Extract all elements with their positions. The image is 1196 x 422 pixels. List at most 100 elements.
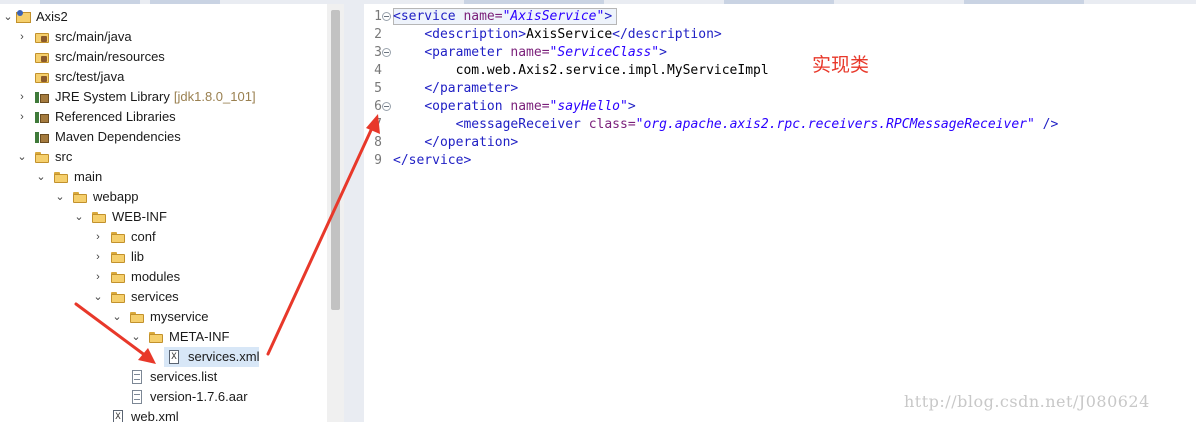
folder-icon bbox=[72, 190, 88, 204]
xml-tag-open: <service bbox=[393, 9, 464, 24]
tree-item-main[interactable]: ⌄ main bbox=[0, 167, 327, 187]
source-folder-icon bbox=[34, 30, 50, 44]
code-line-8[interactable]: </operation> bbox=[393, 134, 518, 152]
view-tab[interactable] bbox=[150, 0, 220, 4]
tree-item-web-xml[interactable]: web.xml bbox=[0, 407, 327, 422]
tree-item-webapp[interactable]: ⌄ webapp bbox=[0, 187, 327, 207]
xml-editor[interactable]: 1 2 3 4 5 6 7 8 9 <service name="AxisSer… bbox=[364, 0, 1196, 422]
xml-tag-close: </service> bbox=[393, 153, 472, 168]
tree-item-label: lib bbox=[131, 249, 145, 264]
annotation-text: 实现类 bbox=[812, 54, 870, 76]
xml-attribute-value: "sayHello" bbox=[549, 99, 628, 114]
folder-icon bbox=[110, 250, 126, 264]
line-number: 2 bbox=[374, 27, 382, 42]
chevron-down-icon[interactable]: ⌄ bbox=[2, 7, 14, 27]
code-line-6[interactable]: <operation name="sayHello"> bbox=[393, 98, 636, 116]
code-line-7[interactable]: <messageReceiver class="org.apache.axis2… bbox=[393, 116, 1059, 134]
chevron-right-icon[interactable]: › bbox=[16, 27, 28, 47]
library-icon bbox=[34, 110, 50, 124]
file-icon bbox=[129, 390, 145, 404]
code-line-2[interactable]: <description>AxisService</description> bbox=[393, 26, 721, 44]
code-line-9[interactable]: </service> bbox=[393, 152, 471, 170]
fold-toggle-icon[interactable] bbox=[382, 102, 391, 111]
xml-tag-open: <description> bbox=[424, 27, 527, 42]
xml-text: AxisService bbox=[526, 27, 613, 42]
chevron-down-icon[interactable]: ⌄ bbox=[73, 207, 85, 227]
tree-item-label: Referenced Libraries bbox=[55, 109, 176, 124]
tree-item-modules[interactable]: › modules bbox=[0, 267, 327, 287]
line-number: 4 bbox=[374, 63, 382, 78]
tree-item-jre-system-library[interactable]: › JRE System Library [jdk1.8.0_101] bbox=[0, 87, 327, 107]
chevron-right-icon[interactable]: › bbox=[16, 107, 28, 127]
code-line-5[interactable]: </parameter> bbox=[393, 80, 518, 98]
view-sash[interactable] bbox=[344, 0, 364, 422]
folder-icon bbox=[53, 170, 69, 184]
tree-item-src[interactable]: ⌄ src bbox=[0, 147, 327, 167]
editor-tab[interactable] bbox=[464, 0, 604, 4]
project-icon bbox=[16, 10, 32, 24]
tree-item-label: src bbox=[55, 149, 73, 164]
chevron-down-icon[interactable]: ⌄ bbox=[111, 307, 123, 327]
xml-tag-close: > bbox=[604, 9, 613, 24]
tree-item-label: services.xml bbox=[188, 349, 260, 364]
tree-item-label: modules bbox=[131, 269, 181, 284]
folder-icon bbox=[91, 210, 107, 224]
fold-toggle-icon[interactable] bbox=[382, 12, 391, 21]
chevron-down-icon[interactable]: ⌄ bbox=[92, 287, 104, 307]
tree-item-label: META-INF bbox=[169, 329, 230, 344]
tree-item-label: version-1.7.6.aar bbox=[150, 389, 248, 404]
chevron-down-icon[interactable]: ⌄ bbox=[54, 187, 66, 207]
line-number-ruler: 1 2 3 4 5 6 7 8 9 bbox=[364, 4, 392, 422]
chevron-right-icon[interactable]: › bbox=[92, 247, 104, 267]
view-tab[interactable] bbox=[40, 0, 140, 4]
tree-item-maven-dependencies[interactable]: Maven Dependencies bbox=[0, 127, 327, 147]
editor-tab[interactable] bbox=[724, 0, 834, 4]
xml-attribute-value: "AxisService" bbox=[502, 9, 605, 24]
tree-item-lib[interactable]: › lib bbox=[0, 247, 327, 267]
tree-item-src-main-java[interactable]: › src/main/java bbox=[0, 27, 327, 47]
chevron-right-icon[interactable]: › bbox=[92, 227, 104, 247]
xml-attribute-name: name= bbox=[510, 45, 550, 60]
xml-tag-open: <parameter bbox=[424, 45, 511, 60]
code-line-3[interactable]: <parameter name="ServiceClass"> bbox=[393, 44, 667, 62]
tree-item-myservice[interactable]: ⌄ myservice bbox=[0, 307, 327, 327]
xml-tag-open: <messageReceiver bbox=[455, 117, 589, 132]
editor-tab-strip bbox=[364, 0, 1196, 4]
file-icon bbox=[129, 370, 145, 384]
tree-item-src-main-resources[interactable]: src/main/resources bbox=[0, 47, 327, 67]
tree-item-services-xml[interactable]: services.xml bbox=[164, 347, 260, 367]
view-tab-strip bbox=[0, 0, 344, 4]
chevron-right-icon[interactable]: › bbox=[92, 267, 104, 287]
source-folder-icon bbox=[34, 50, 50, 64]
chevron-down-icon[interactable]: ⌄ bbox=[130, 327, 142, 347]
tree-item-meta-inf[interactable]: ⌄ META-INF bbox=[0, 327, 327, 347]
tree-item-web-inf[interactable]: ⌄ WEB-INF bbox=[0, 207, 327, 227]
xml-tag-close: > bbox=[627, 99, 636, 114]
folder-icon bbox=[129, 310, 145, 324]
code-line-1[interactable]: <service name="AxisService"> bbox=[393, 8, 612, 26]
xml-file-icon bbox=[166, 350, 182, 364]
tree-item-services-list[interactable]: services.list bbox=[0, 367, 327, 387]
scrollbar-thumb[interactable] bbox=[331, 10, 340, 310]
editor-tab[interactable] bbox=[964, 0, 1084, 4]
tree-item-axis2-project[interactable]: ⌄ Axis2 bbox=[0, 7, 327, 27]
tree-item-src-test-java[interactable]: src/test/java bbox=[0, 67, 327, 87]
tree-item-referenced-libraries[interactable]: › Referenced Libraries bbox=[0, 107, 327, 127]
folder-icon bbox=[110, 290, 126, 304]
chevron-down-icon[interactable]: ⌄ bbox=[16, 147, 28, 167]
tree-item-conf[interactable]: › conf bbox=[0, 227, 327, 247]
code-line-4[interactable]: com.web.Axis2.service.impl.MyServiceImpl bbox=[393, 62, 769, 80]
chevron-right-icon[interactable]: › bbox=[16, 87, 28, 107]
xml-attribute-name: name= bbox=[510, 99, 550, 114]
tree-item-version-aar[interactable]: version-1.7.6.aar bbox=[0, 387, 327, 407]
chevron-down-icon[interactable]: ⌄ bbox=[35, 167, 47, 187]
tree-item-services[interactable]: ⌄ services bbox=[0, 287, 327, 307]
tree-scrollbar[interactable] bbox=[327, 4, 344, 422]
xml-tag-open: <operation bbox=[424, 99, 511, 114]
fold-toggle-icon[interactable] bbox=[382, 48, 391, 57]
tree-item-label: Axis2 bbox=[36, 9, 68, 24]
